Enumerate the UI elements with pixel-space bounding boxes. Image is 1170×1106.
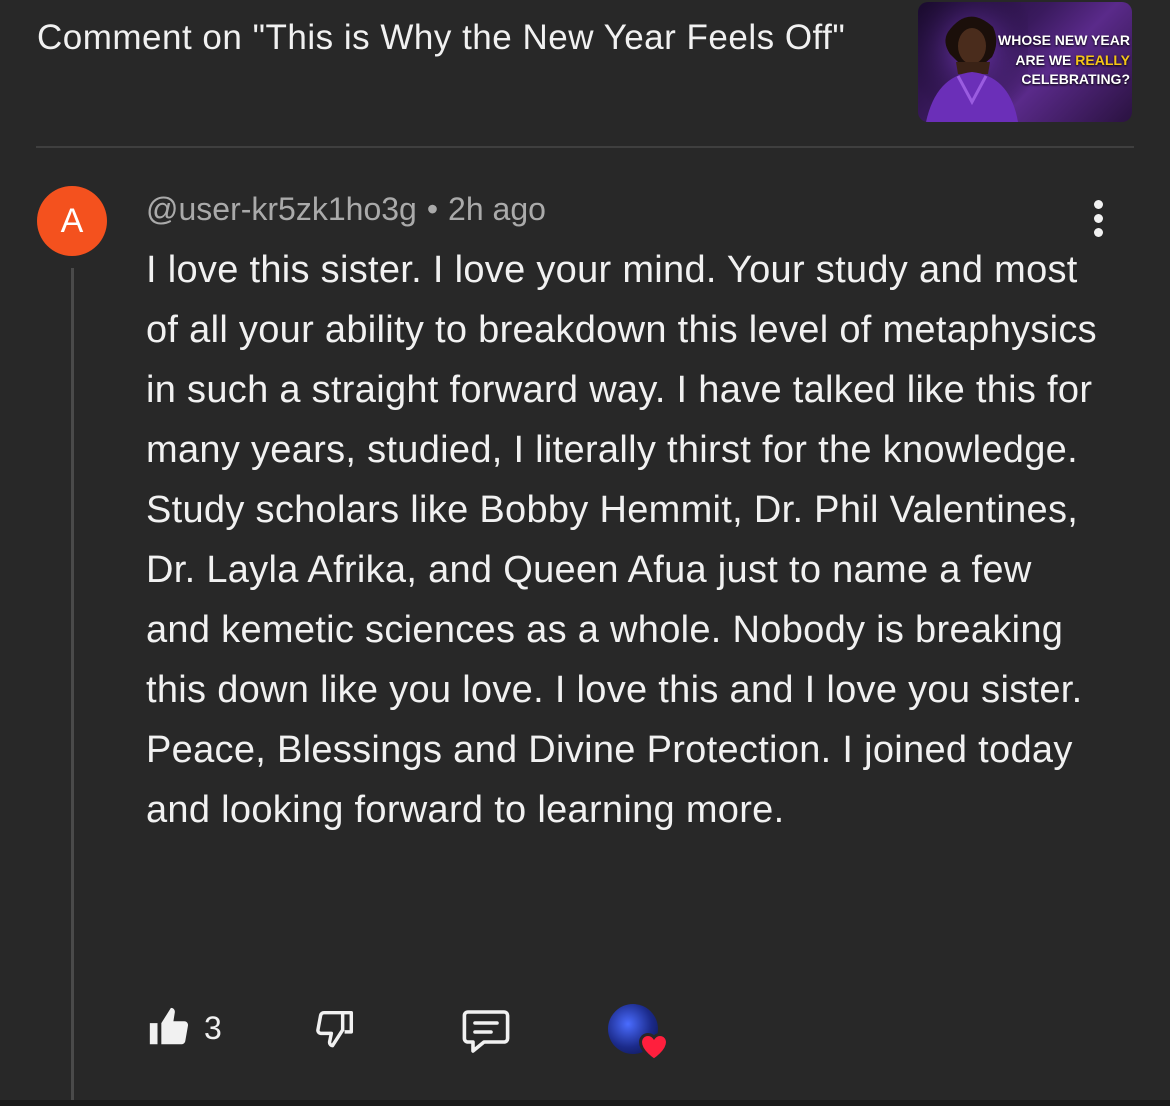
meta-separator: • bbox=[426, 191, 439, 227]
like-count: 3 bbox=[204, 1010, 222, 1046]
thumbnail-line-2: ARE WE REALLY bbox=[990, 51, 1130, 71]
author-avatar[interactable]: A bbox=[37, 186, 107, 256]
thumbnail-line-2-prefix: ARE WE bbox=[1015, 51, 1076, 68]
bottom-edge bbox=[0, 1100, 1170, 1106]
thumbnail-line-1: WHOSE NEW YEAR bbox=[998, 32, 1130, 48]
more-dot-icon bbox=[1093, 214, 1103, 223]
reply-icon[interactable] bbox=[460, 1006, 512, 1054]
thumbnail-highlight-word: REALLY bbox=[1075, 51, 1130, 68]
more-dot-icon bbox=[1093, 228, 1103, 237]
thread-line bbox=[71, 268, 74, 1106]
comment-time: 2h ago bbox=[448, 191, 546, 227]
comment-body: I love this sister. I love your mind. Yo… bbox=[146, 249, 1097, 831]
creator-heart-icon bbox=[638, 1033, 670, 1062]
thumbnail-line-3: CELEBRATING? bbox=[1021, 71, 1130, 87]
comment-actions: 3 bbox=[146, 1000, 746, 1062]
video-thumbnail[interactable]: WHOSE NEW YEAR ARE WE REALLY CELEBRATING… bbox=[918, 2, 1132, 122]
thumbnail-caption: WHOSE NEW YEAR ARE WE REALLY CELEBRATING… bbox=[990, 31, 1130, 90]
more-dot-icon bbox=[1093, 200, 1103, 209]
author-handle[interactable]: @user-kr5zk1ho3g bbox=[146, 191, 417, 227]
page-title: Comment on "This is Why the New Year Fee… bbox=[37, 18, 846, 57]
thumbs-up-icon[interactable] bbox=[146, 1004, 192, 1050]
more-options-button[interactable] bbox=[1086, 200, 1110, 244]
header-divider bbox=[36, 146, 1134, 148]
thumbs-down-icon[interactable] bbox=[312, 1006, 358, 1052]
comment-meta: @user-kr5zk1ho3g • 2h ago bbox=[146, 188, 546, 230]
